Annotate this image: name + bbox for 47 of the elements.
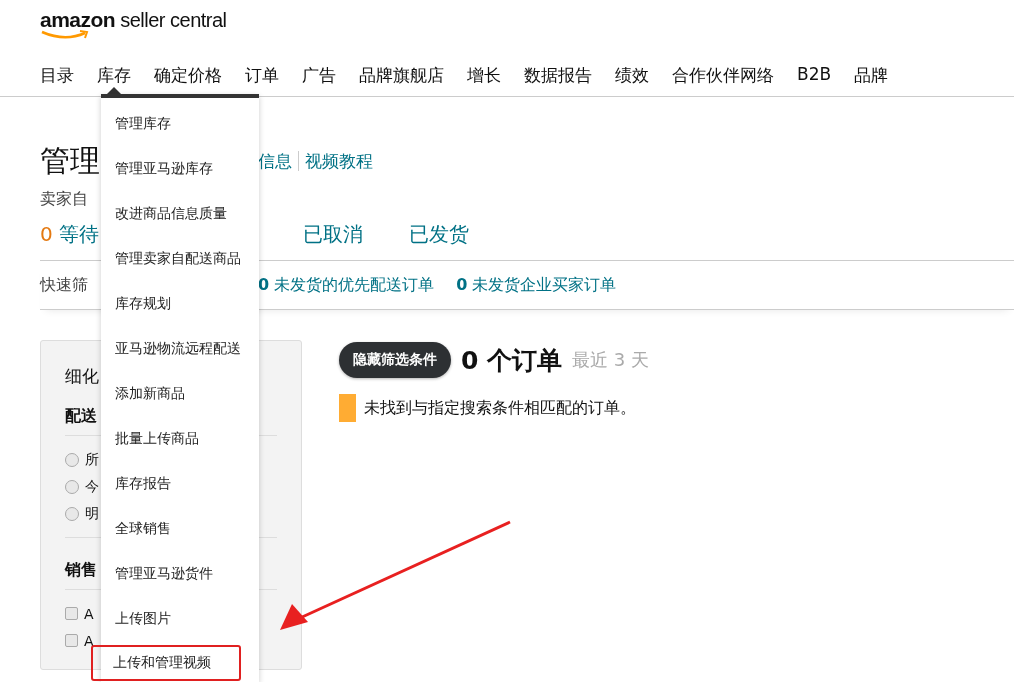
menu-item[interactable]: 库存报告 bbox=[103, 461, 257, 506]
page-title: 管理 bbox=[40, 141, 100, 180]
nav-item[interactable]: 目录 bbox=[40, 59, 74, 96]
menu-item[interactable]: 管理亚马逊库存 bbox=[103, 146, 257, 191]
menu-item[interactable]: 上传图片 bbox=[103, 596, 257, 641]
menu-item[interactable]: 管理库存 bbox=[103, 101, 257, 146]
logo[interactable]: amazon seller central bbox=[40, 8, 227, 40]
help-link[interactable]: 视频教程 bbox=[305, 149, 373, 173]
nav-item[interactable]: 订单 bbox=[245, 59, 279, 96]
radio-button[interactable] bbox=[65, 479, 79, 494]
sidebar-title: 细化 bbox=[65, 365, 100, 388]
menu-item[interactable]: 上传和管理视频 bbox=[91, 645, 241, 681]
nav-item[interactable]: 绩效 bbox=[615, 59, 649, 96]
nav-item[interactable]: 数据报告 bbox=[524, 59, 592, 96]
nav-item[interactable]: B2B bbox=[797, 59, 832, 96]
quick-filter-link[interactable]: 0 未发货企业买家订单 bbox=[456, 274, 617, 296]
option-label: A bbox=[84, 605, 94, 622]
order-tab[interactable]: 已取消 bbox=[303, 220, 363, 248]
checkbox[interactable] bbox=[65, 607, 78, 620]
option-label: A bbox=[84, 632, 94, 649]
nav-item[interactable]: 品牌 bbox=[854, 59, 889, 96]
order-count: 0 个订单 bbox=[461, 344, 563, 377]
nav-item[interactable]: 合作伙伴网络 bbox=[672, 59, 774, 96]
quick-filter-label: 快速筛 bbox=[40, 274, 89, 296]
radio-button[interactable] bbox=[65, 506, 79, 521]
no-results-message: 未找到与指定搜索条件相匹配的订单。 bbox=[364, 397, 636, 419]
option-label: 明 bbox=[85, 504, 99, 523]
menu-item[interactable]: 改进商品信息质量 bbox=[103, 191, 257, 236]
quick-filter-link[interactable]: 0 未发货的优先配送订单 bbox=[258, 274, 435, 296]
menu-item[interactable]: 全球销售 bbox=[103, 506, 257, 551]
radio-button[interactable] bbox=[65, 452, 79, 467]
alert-marker bbox=[339, 394, 356, 422]
page-subtitle: 卖家自 bbox=[40, 189, 89, 210]
option-label: 所 bbox=[85, 450, 99, 469]
nav-item[interactable]: 增长 bbox=[467, 59, 501, 96]
menu-item[interactable]: 管理卖家自配送商品 bbox=[103, 236, 257, 281]
date-range: 最近 3 天 bbox=[572, 348, 649, 372]
hide-filters-button[interactable]: 隐藏筛选条件 bbox=[339, 342, 451, 378]
option-label: 今 bbox=[85, 477, 99, 496]
order-tab[interactable]: 已发货 bbox=[409, 220, 469, 248]
menu-item[interactable]: 亚马逊物流远程配送 bbox=[103, 326, 257, 371]
help-link[interactable]: 信息 bbox=[258, 149, 292, 173]
nav-item[interactable]: 广告 bbox=[302, 59, 336, 96]
nav-item[interactable]: 品牌旗舰店 bbox=[359, 59, 444, 96]
checkbox[interactable] bbox=[65, 634, 78, 647]
nav-item[interactable]: 确定价格 bbox=[154, 59, 222, 96]
menu-item[interactable]: 库存规划 bbox=[103, 281, 257, 326]
